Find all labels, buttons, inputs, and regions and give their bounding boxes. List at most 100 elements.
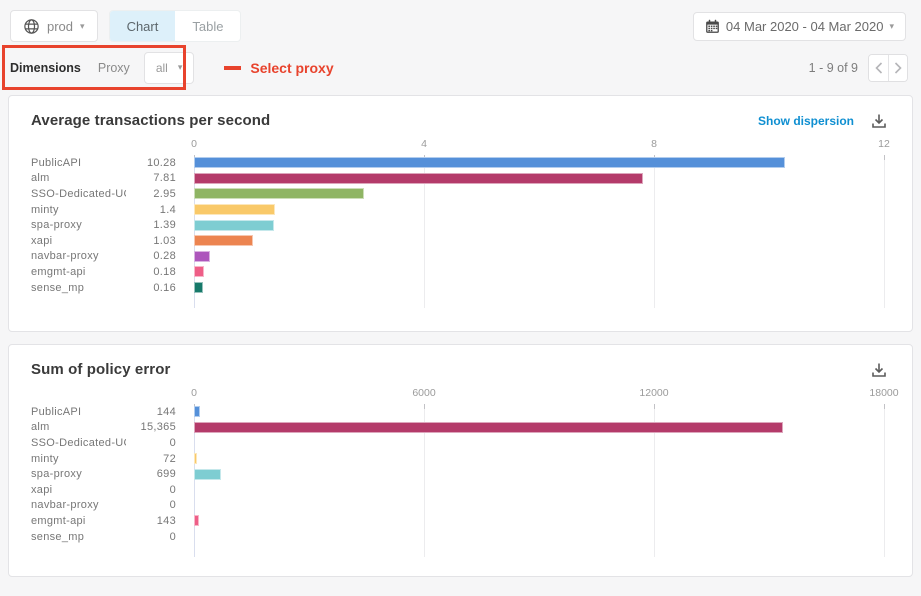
category-value: 15,365 bbox=[126, 421, 176, 433]
bar[interactable] bbox=[194, 204, 275, 215]
x-axis-tick-mark bbox=[884, 155, 885, 160]
bar[interactable] bbox=[194, 220, 274, 231]
x-axis-tick-label: 0 bbox=[191, 138, 197, 150]
bar-track bbox=[194, 484, 884, 495]
bar[interactable] bbox=[194, 422, 783, 433]
bar[interactable] bbox=[194, 173, 643, 184]
bar-track bbox=[194, 251, 884, 262]
bar-track bbox=[194, 531, 884, 542]
category-value: 0 bbox=[126, 437, 176, 449]
category-label: PublicAPI bbox=[31, 406, 126, 418]
category-label: emgmt-api bbox=[31, 515, 126, 527]
category-value: 144 bbox=[126, 406, 176, 418]
bar[interactable] bbox=[194, 235, 253, 246]
category-label: SSO-Dedicated-UG-Pr... bbox=[31, 188, 126, 200]
category-label: spa-proxy bbox=[31, 219, 126, 231]
bar[interactable] bbox=[194, 157, 785, 168]
bar[interactable] bbox=[194, 515, 199, 526]
category-label: emgmt-api bbox=[31, 266, 126, 278]
chart-row: PublicAPI144 bbox=[31, 404, 884, 420]
bar-track bbox=[194, 204, 884, 215]
bar[interactable] bbox=[194, 469, 221, 480]
pagination-label: 1 - 9 of 9 bbox=[809, 61, 858, 75]
bar[interactable] bbox=[194, 406, 200, 417]
bar[interactable] bbox=[194, 266, 204, 277]
category-label: alm bbox=[31, 421, 126, 433]
x-axis-tick-label: 6000 bbox=[412, 387, 435, 399]
x-axis-tick-label: 12000 bbox=[639, 387, 668, 399]
chart-row: alm7.81 bbox=[31, 171, 884, 187]
bar-track bbox=[194, 453, 884, 464]
chart-row: sense_mp0.16 bbox=[31, 280, 884, 296]
annotation-text: Select proxy bbox=[250, 60, 333, 76]
next-page-button[interactable] bbox=[888, 55, 907, 81]
bar-track bbox=[194, 220, 884, 231]
category-label: xapi bbox=[31, 484, 126, 496]
x-axis: 060001200018000 bbox=[194, 387, 884, 404]
bar[interactable] bbox=[194, 282, 203, 293]
tab-chart[interactable]: Chart bbox=[110, 11, 176, 41]
category-value: 2.95 bbox=[126, 188, 176, 200]
bar-chart-avg-tps: 04812 PublicAPI10.28alm7.81SSO-Dedicated… bbox=[31, 138, 884, 308]
x-axis-tick-label: 12 bbox=[878, 138, 890, 150]
proxy-dropdown[interactable]: all ▾ bbox=[144, 52, 195, 84]
bar[interactable] bbox=[194, 453, 197, 464]
show-dispersion-link[interactable]: Show dispersion bbox=[758, 114, 854, 128]
category-label: sense_mp bbox=[31, 282, 126, 294]
chart-row: minty72 bbox=[31, 451, 884, 467]
download-button[interactable] bbox=[870, 112, 888, 130]
bar-track bbox=[194, 500, 884, 511]
dimensions-label: Dimensions bbox=[10, 61, 81, 75]
bar-track bbox=[194, 406, 884, 417]
chevron-down-icon: ▾ bbox=[889, 22, 894, 31]
chevron-down-icon: ▾ bbox=[80, 22, 85, 31]
download-button[interactable] bbox=[870, 361, 888, 379]
chart-row: PublicAPI10.28 bbox=[31, 155, 884, 171]
tab-table[interactable]: Table bbox=[175, 11, 240, 41]
card-actions bbox=[870, 361, 888, 379]
bar[interactable] bbox=[194, 251, 210, 262]
date-range-label: 04 Mar 2020 - 04 Mar 2020 bbox=[726, 19, 884, 34]
category-value: 0 bbox=[126, 484, 176, 496]
x-axis-tick-mark bbox=[884, 404, 885, 409]
chevron-left-icon bbox=[875, 62, 883, 74]
card-actions: Show dispersion bbox=[758, 112, 888, 130]
category-value: 1.4 bbox=[126, 204, 176, 216]
view-tabs: Chart Table bbox=[109, 10, 242, 42]
category-label: alm bbox=[31, 172, 126, 184]
previous-page-button[interactable] bbox=[869, 55, 888, 81]
card-header: Sum of policy error bbox=[9, 345, 912, 379]
category-value: 0 bbox=[126, 499, 176, 511]
download-icon bbox=[870, 112, 888, 130]
grid-line bbox=[884, 155, 885, 308]
bar-track bbox=[194, 282, 884, 293]
chevron-down-icon: ▾ bbox=[178, 63, 183, 72]
category-value: 0.16 bbox=[126, 282, 176, 294]
card-header: Average transactions per second Show dis… bbox=[9, 96, 912, 130]
chart-card-policy-error: Sum of policy error 060001200018000 Publ… bbox=[8, 344, 913, 577]
category-value: 0.28 bbox=[126, 250, 176, 262]
category-value: 10.28 bbox=[126, 157, 176, 169]
chart-row: alm15,365 bbox=[31, 420, 884, 436]
chart-row: navbar-proxy0.28 bbox=[31, 249, 884, 265]
dimension-name-label: Proxy bbox=[98, 61, 130, 75]
chart-row: spa-proxy699 bbox=[31, 466, 884, 482]
category-label: spa-proxy bbox=[31, 468, 126, 480]
bar-track bbox=[194, 157, 884, 168]
category-label: navbar-proxy bbox=[31, 250, 126, 262]
environment-selector[interactable]: prod ▾ bbox=[10, 10, 98, 42]
download-icon bbox=[870, 361, 888, 379]
category-label: minty bbox=[31, 204, 126, 216]
category-value: 1.03 bbox=[126, 235, 176, 247]
bar-track bbox=[194, 422, 884, 433]
bar-chart-policy-error: 060001200018000 PublicAPI144alm15,365SSO… bbox=[31, 387, 884, 557]
category-value: 143 bbox=[126, 515, 176, 527]
top-toolbar: prod ▾ Chart Table 04 Mar 2020 - 04 Mar … bbox=[10, 10, 906, 42]
category-label: xapi bbox=[31, 235, 126, 247]
date-range-picker[interactable]: 04 Mar 2020 - 04 Mar 2020 ▾ bbox=[693, 12, 906, 41]
category-value: 0 bbox=[126, 531, 176, 543]
bar[interactable] bbox=[194, 188, 364, 199]
chart-rows: PublicAPI144alm15,365SSO-Dedicated-UG-Pr… bbox=[31, 404, 884, 557]
globe-icon bbox=[23, 18, 40, 35]
category-value: 72 bbox=[126, 453, 176, 465]
